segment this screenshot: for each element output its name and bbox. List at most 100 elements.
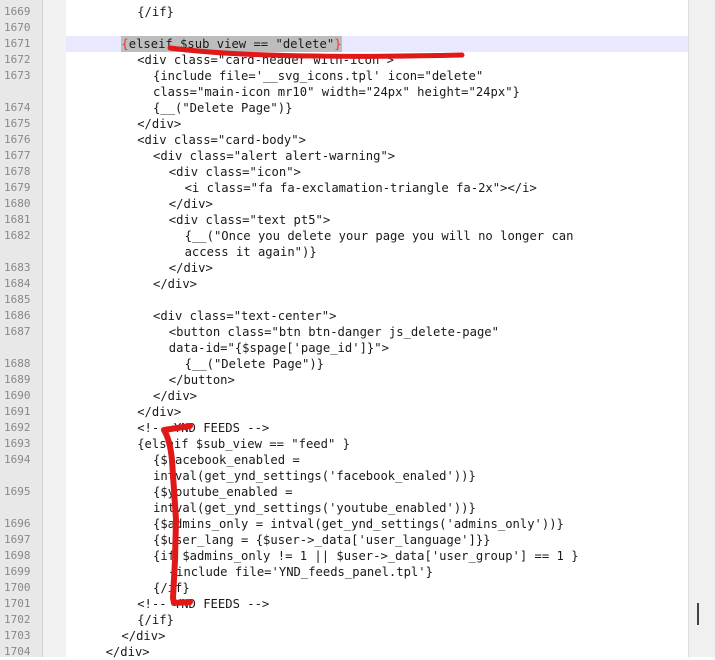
code-text: <button class="btn btn-danger js_delete-…	[168, 325, 499, 339]
code-line[interactable]: 1669 {/if}	[0, 4, 715, 20]
code-line[interactable]: 1687 <button class="btn btn-danger js_del…	[0, 324, 715, 340]
code-line[interactable]: 1701 <!-- YND FEEDS -->	[0, 596, 715, 612]
code-line[interactable]: 1681 <div class="text pt5">	[0, 212, 715, 228]
line-number: 1697	[4, 533, 31, 546]
code-line[interactable]: 1684 </div>	[0, 276, 715, 292]
code-text: {elseif $sub_view == "feed" }	[137, 437, 350, 451]
code-line[interactable]: 1690 </div>	[0, 388, 715, 404]
code-text: <div class="icon">	[168, 165, 301, 179]
line-number: 1699	[4, 565, 31, 578]
line-number: 1691	[4, 405, 31, 418]
vertical-scrollbar[interactable]	[688, 0, 715, 657]
code-line[interactable]: 1683 </div>	[0, 260, 715, 276]
code-text: </div>	[137, 117, 182, 131]
line-number: 1703	[4, 629, 31, 642]
line-number: 1686	[4, 309, 31, 322]
code-text: <div class="alert alert-warning">	[153, 149, 396, 163]
line-number: 1694	[4, 453, 31, 466]
code-line[interactable]: 1696 {$admins_only = intval(get_ynd_setti…	[0, 516, 715, 532]
code-line[interactable]: 1680 </div>	[0, 196, 715, 212]
code-line[interactable]: 1698 {if $admins_only != 1 || $user->_dat…	[0, 548, 715, 564]
code-line[interactable]: 1691 </div>	[0, 404, 715, 420]
code-text: </div>	[137, 405, 182, 419]
code-text: {/if}	[137, 613, 174, 627]
code-line[interactable]: 1689 </button>	[0, 372, 715, 388]
code-line[interactable]: data-id="{$spage['page_id']}">	[0, 340, 715, 356]
code-text: </div>	[121, 629, 166, 643]
code-text: <div class="text pt5">	[168, 213, 331, 227]
code-text: </div>	[153, 277, 198, 291]
code-line[interactable]: 1677 <div class="alert alert-warning">	[0, 148, 715, 164]
code-text: </button>	[168, 373, 235, 387]
line-number: 1688	[4, 357, 31, 370]
code-line[interactable]: intval(get_ynd_settings('facebook_enaled…	[0, 468, 715, 484]
code-text: class="main-icon mr10" width="24px" heig…	[153, 85, 520, 99]
code-text: {include file='YND_feeds_panel.tpl'}	[168, 565, 433, 579]
line-number: 1700	[4, 581, 31, 594]
code-line[interactable]: 1697 {$user_lang = {$user->_data['user_la…	[0, 532, 715, 548]
code-text: intval(get_ynd_settings('facebook_enaled…	[153, 469, 476, 483]
line-number: 1696	[4, 517, 31, 530]
code-text: <!-- YND FEEDS -->	[137, 421, 270, 435]
code-line[interactable]: 1703 </div>	[0, 628, 715, 644]
code-text: <div class="card-header with-icon">	[137, 53, 394, 67]
code-text: {$admins_only = intval(get_ynd_settings(…	[153, 517, 564, 531]
code-text: {$user_lang = {$user->_data['user_langua…	[153, 533, 491, 547]
code-line[interactable]: 1675 </div>	[0, 116, 715, 132]
line-number: 1670	[4, 21, 31, 34]
line-number: 1698	[4, 549, 31, 562]
line-number: 1673	[4, 69, 31, 82]
code-line[interactable]: 1672 <div class="card-header with-icon">	[0, 52, 715, 68]
line-number: 1675	[4, 117, 31, 130]
line-number: 1677	[4, 149, 31, 162]
code-line[interactable]: 1694 {$facebook_enabled =	[0, 452, 715, 468]
code-line[interactable]: access it again")}	[0, 244, 715, 260]
line-number: 1682	[4, 229, 31, 242]
code-line[interactable]: 1673 {include file='__svg_icons.tpl' icon…	[0, 68, 715, 84]
code-line[interactable]: 1670	[0, 20, 715, 36]
line-number: 1690	[4, 389, 31, 402]
code-line[interactable]: 1682 {__("Once you delete your page you w…	[0, 228, 715, 244]
code-line[interactable]: 1685	[0, 292, 715, 308]
line-number: 1687	[4, 325, 31, 338]
code-line[interactable]: 1692 <!-- YND FEEDS -->	[0, 420, 715, 436]
line-number: 1685	[4, 293, 31, 306]
code-line[interactable]: 1671 {elseif $sub_view == "delete"}	[0, 36, 715, 52]
code-line[interactable]: 1686 <div class="text-center">	[0, 308, 715, 324]
code-line[interactable]: 1704 </div>	[0, 644, 715, 660]
code-line[interactable]: 1688 {__("Delete Page")}	[0, 356, 715, 372]
code-line[interactable]: 1674 {__("Delete Page")}	[0, 100, 715, 116]
code-text: {$youtube_enabled =	[153, 485, 293, 499]
code-text: </div>	[105, 645, 150, 659]
line-number: 1681	[4, 213, 31, 226]
code-line[interactable]: 1679 <i class="fa fa-exclamation-triangle…	[0, 180, 715, 196]
code-line[interactable]: 1702 {/if}	[0, 612, 715, 628]
code-text: <div class="text-center">	[153, 309, 337, 323]
code-text: </div>	[153, 389, 198, 403]
text-cursor	[697, 603, 699, 625]
code-editor[interactable]: 1669 {/if} 1670 1671 {elseif $sub_view == "d…	[0, 0, 715, 660]
line-number: 1689	[4, 373, 31, 386]
code-text: {__("Delete Page")}	[184, 357, 325, 371]
line-number: 1671	[4, 37, 31, 50]
code-line[interactable]: 1695 {$youtube_enabled =	[0, 484, 715, 500]
line-number: 1676	[4, 133, 31, 146]
code-line[interactable]: 1699 {include file='YND_feeds_panel.tpl'}	[0, 564, 715, 580]
code-line[interactable]: 1678 <div class="icon">	[0, 164, 715, 180]
code-line[interactable]: class="main-icon mr10" width="24px" heig…	[0, 84, 715, 100]
line-number: 1684	[4, 277, 31, 290]
code-text: {$facebook_enabled =	[153, 453, 300, 467]
code-text: data-id="{$spage['page_id']}">	[168, 341, 389, 355]
line-number: 1680	[4, 197, 31, 210]
code-line[interactable]: 1676 <div class="card-body">	[0, 132, 715, 148]
code-text: <div class="card-body">	[137, 133, 306, 147]
code-line[interactable]: 1693 {elseif $sub_view == "feed" }	[0, 436, 715, 452]
line-number: 1679	[4, 181, 31, 194]
line-number: 1672	[4, 53, 31, 66]
code-text: intval(get_ynd_settings('youtube_enabled…	[153, 501, 476, 515]
code-line[interactable]: 1700 {/if}	[0, 580, 715, 596]
code-line[interactable]: intval(get_ynd_settings('youtube_enabled…	[0, 500, 715, 516]
code-text: </div>	[168, 197, 213, 211]
code-text: </div>	[168, 261, 213, 275]
line-number: 1693	[4, 437, 31, 450]
